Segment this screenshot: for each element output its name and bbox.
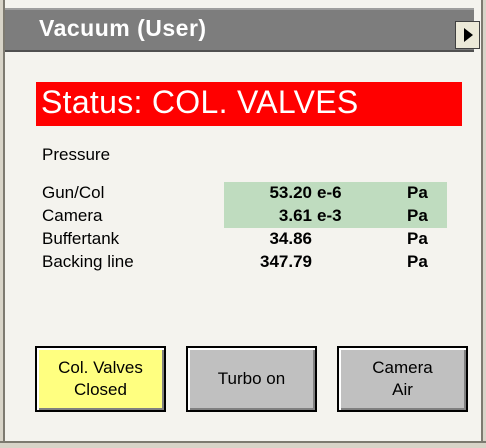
row-value-camera: 3.61 (278, 206, 312, 225)
vacuum-panel: Vacuum (User) Status: COL. VALVES Pressu… (0, 0, 486, 448)
row-unit-gun-col: Pa (407, 183, 428, 202)
title-bar: Vacuum (User) (5, 8, 480, 52)
row-unit-camera: Pa (407, 206, 428, 225)
row-name-camera: Camera (42, 206, 103, 225)
triangle-right-icon (464, 28, 473, 42)
row-value-gun-col: 53.20 (269, 183, 312, 202)
row-exponent-gun-col: e-6 (317, 183, 342, 202)
row-value-backing-line: 347.79 (260, 252, 312, 271)
status-text: Status: COL. VALVES (41, 84, 359, 120)
panel-frame-right (481, 0, 486, 448)
pressure-label: Pressure (42, 145, 111, 164)
row-name-buffertank: Buffertank (42, 229, 120, 248)
status-banner: Status: COL. VALVES (36, 82, 462, 126)
window-title: Vacuum (User) (39, 15, 207, 41)
menu-arrow-button[interactable] (455, 21, 480, 49)
turbo-on-label: Turbo on (217, 369, 286, 388)
camera-air-button[interactable]: Camera Air (337, 346, 468, 412)
camera-air-label: Camera Air (372, 358, 433, 399)
row-name-gun-col: Gun/Col (42, 183, 105, 202)
turbo-on-button[interactable]: Turbo on (186, 346, 317, 412)
row-name-backing-line: Backing line (42, 252, 134, 271)
row-value-buffertank: 34.86 (269, 229, 312, 248)
row-unit-buffertank: Pa (407, 229, 428, 248)
row-exponent-camera: e-3 (317, 206, 342, 225)
panel-frame-bottom (0, 441, 486, 448)
panel-frame-left (0, 0, 5, 448)
row-unit-backing-line: Pa (407, 252, 428, 271)
col-valves-closed-button[interactable]: Col. Valves Closed (35, 346, 166, 412)
col-valves-closed-label: Col. Valves Closed (58, 358, 143, 399)
